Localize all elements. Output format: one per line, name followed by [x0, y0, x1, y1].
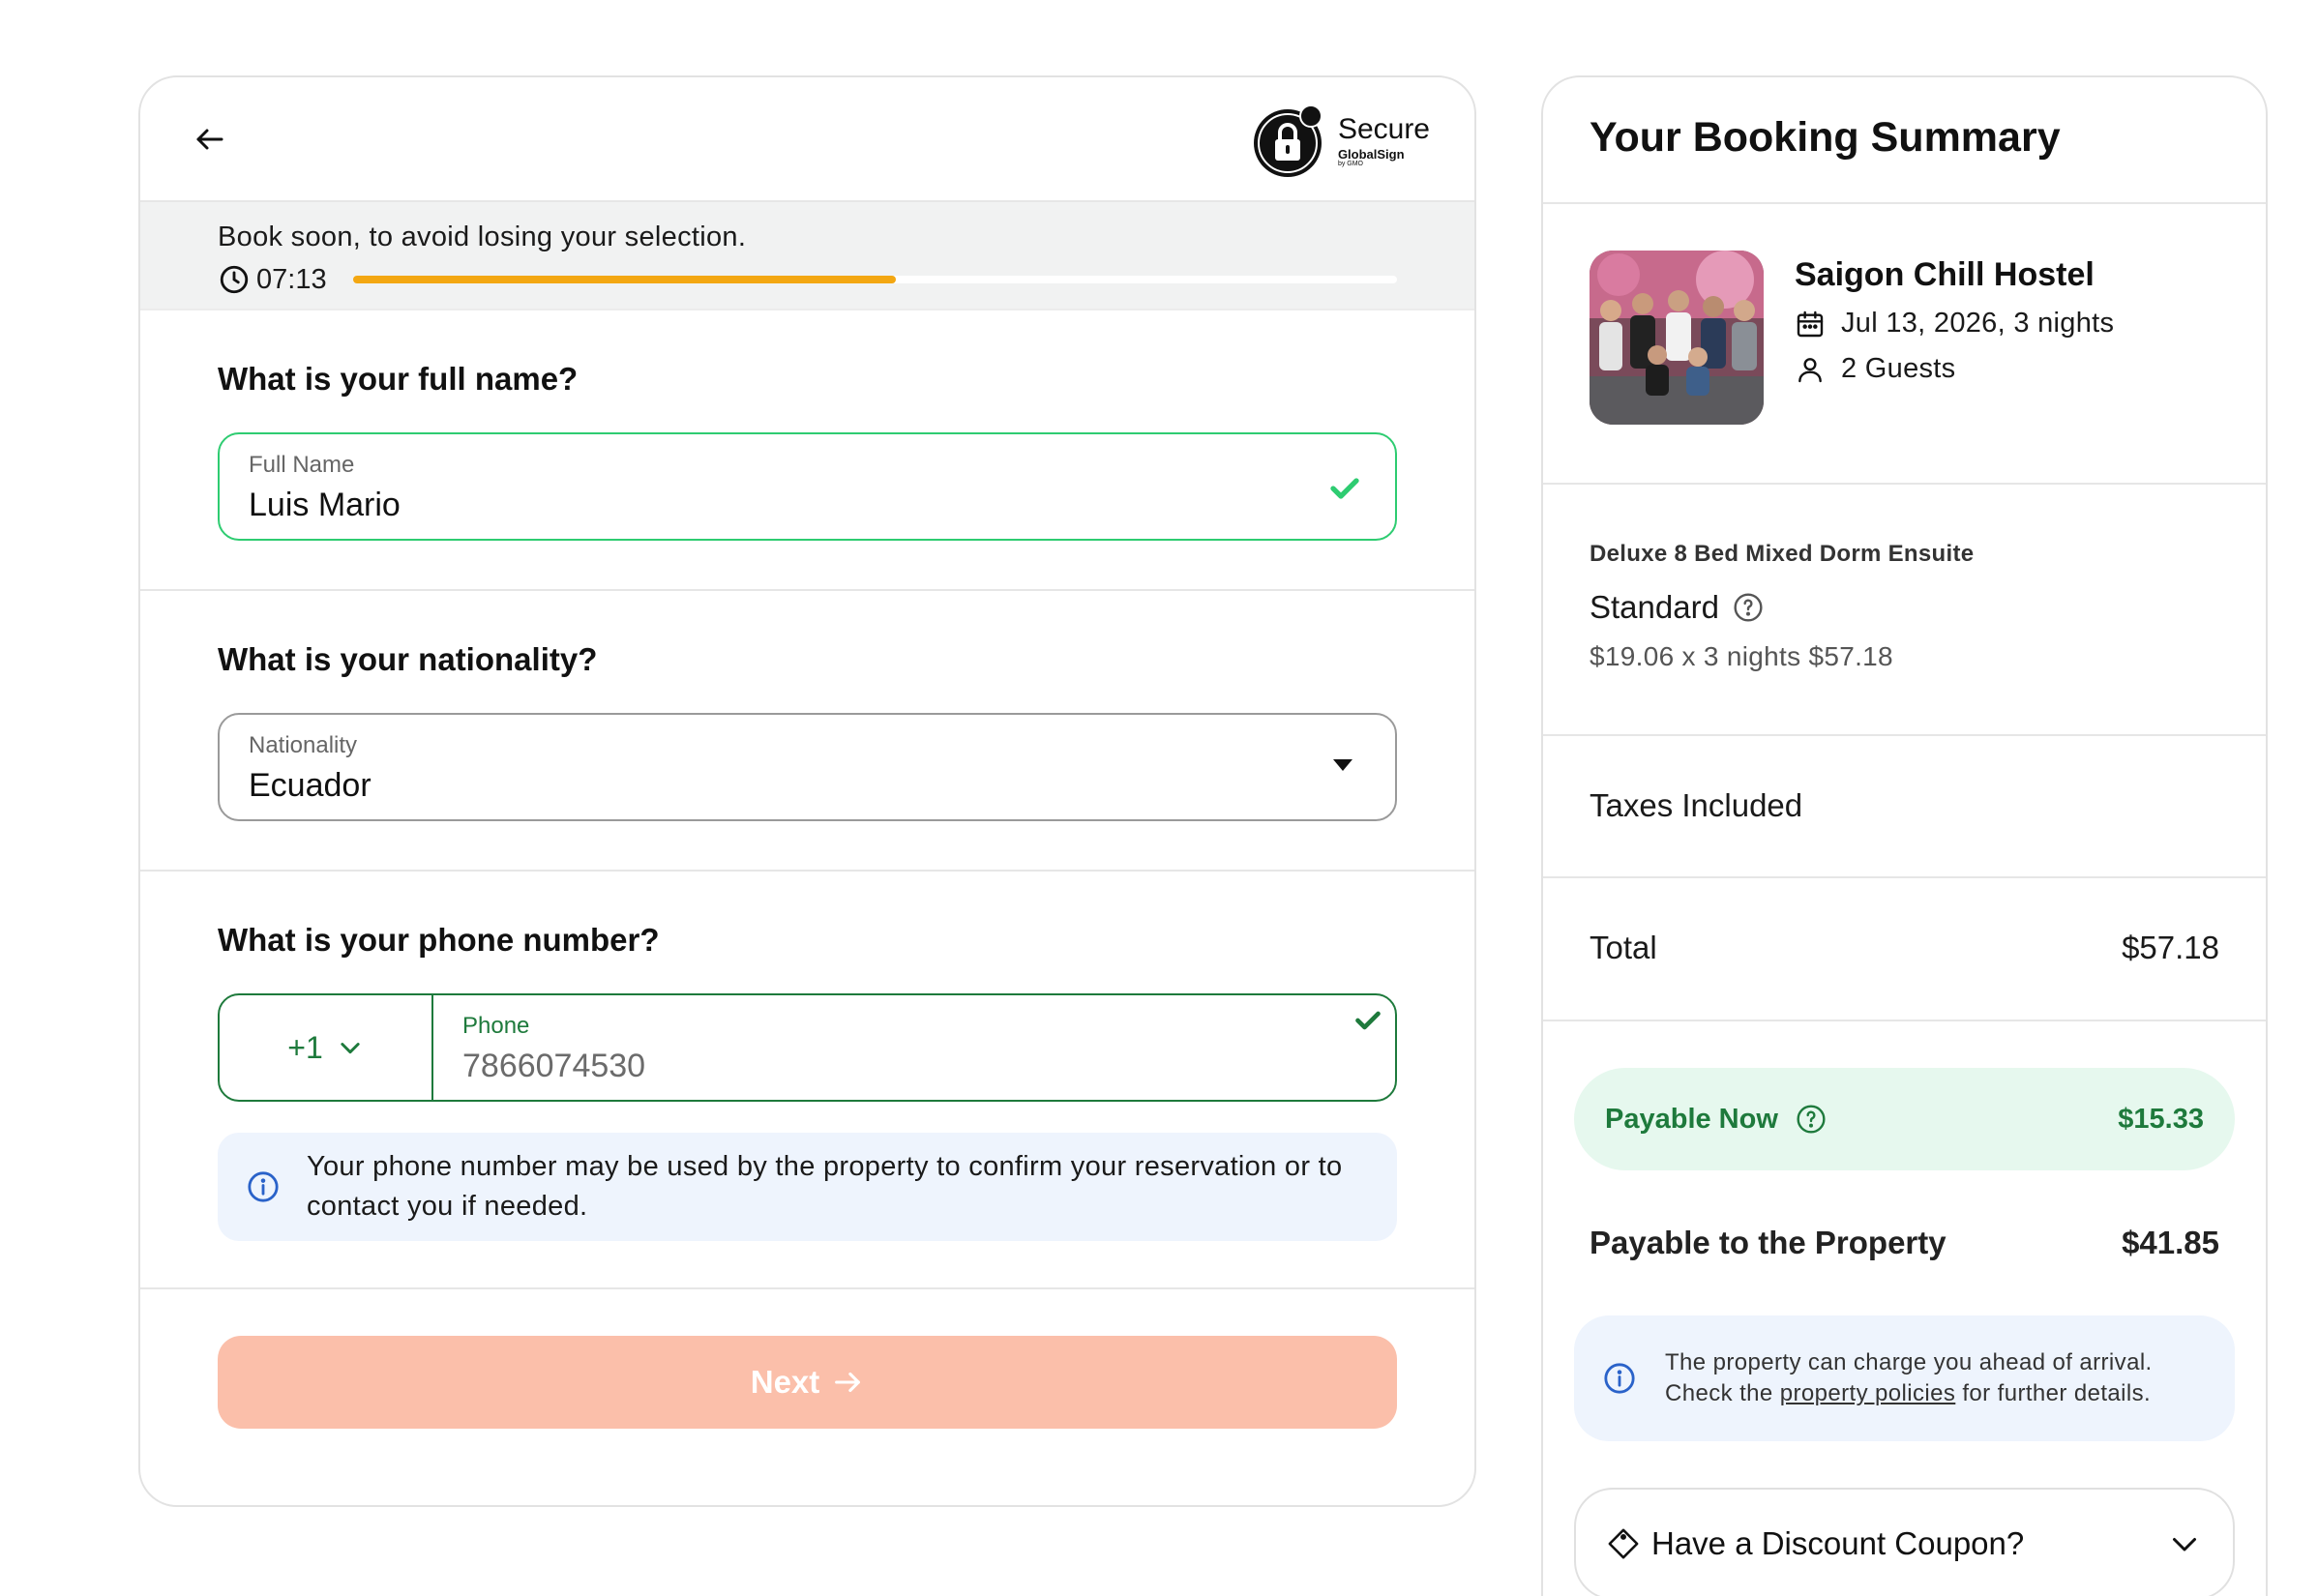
timer-value: 07:13 — [256, 263, 327, 295]
urgency-banner: Book soon, to avoid losing your selectio… — [140, 202, 1474, 310]
guests-row: 2 Guests — [1795, 353, 2114, 385]
next-section: Next — [140, 1289, 1474, 1429]
booking-summary: Your Booking Summary Saigon Chill Hostel — [1541, 75, 2268, 1596]
country-code-value: +1 — [287, 1029, 323, 1065]
secure-sub: by GMO — [1337, 161, 1363, 167]
calendar-icon — [1797, 310, 1824, 337]
payable-now-left: Payable Now — [1605, 1104, 1827, 1136]
next-button-label: Next — [750, 1364, 820, 1400]
phone-label: Phone — [462, 1013, 530, 1039]
phone-value: 7866074530 — [462, 1048, 646, 1084]
total-value: $57.18 — [2122, 930, 2219, 965]
caret-down-icon — [1333, 759, 1352, 771]
next-button[interactable]: Next — [218, 1336, 1397, 1429]
phone-info-text: Your phone number may be used by the pro… — [307, 1151, 1343, 1222]
clock-icon — [220, 265, 249, 294]
payable-property-row: Payable to the Property $41.85 — [1543, 1170, 2266, 1315]
taxes-text: Taxes Included — [1590, 787, 1803, 823]
padlock-seal-icon — [1253, 104, 1322, 177]
urgency-message: Book soon, to avoid losing your selectio… — [218, 222, 747, 252]
hostel-overview: Saigon Chill Hostel Jul 13, 2026, 3 nigh… — [1543, 204, 2266, 485]
check-icon — [1330, 478, 1359, 499]
coupon-label: Have a Discount Coupon? — [1651, 1525, 2025, 1561]
summary-header: Your Booking Summary — [1543, 77, 2266, 204]
total-row: Total $57.18 — [1543, 878, 2266, 1021]
full-name-value: Luis Mario — [249, 487, 401, 523]
phone-section: What is your phone number? +1 Phone 7866… — [140, 872, 1474, 1289]
help-icon[interactable] — [1733, 592, 1764, 623]
country-code-select[interactable]: +1 — [220, 995, 433, 1100]
rate-plan: Standard — [1590, 589, 1719, 625]
check-icon — [1355, 1011, 1381, 1030]
payable-now-row: Payable Now $15.33 — [1574, 1068, 2235, 1170]
form-header: Secure GlobalSign by GMO — [140, 77, 1474, 202]
stay-dates-row: Jul 13, 2026, 3 nights — [1795, 308, 2114, 340]
secure-badge: Secure GlobalSign by GMO — [1251, 103, 1430, 180]
help-icon[interactable] — [1796, 1104, 1827, 1135]
timer-progress-bar — [353, 276, 1397, 283]
nationality-label: Nationality — [249, 732, 358, 758]
chevron-down-icon — [341, 1043, 360, 1054]
total-label: Total — [1590, 930, 1657, 965]
nationality-section: What is your nationality? Nationality Ec… — [140, 591, 1474, 872]
payable-now-label: Payable Now — [1605, 1103, 1778, 1135]
room-name: Deluxe 8 Bed Mixed Dorm Ensuite — [1590, 541, 1975, 567]
property-charge-info: The property can charge you ahead of arr… — [1574, 1315, 2235, 1441]
rate-plan-row: Standard — [1590, 589, 2219, 626]
back-button[interactable] — [183, 112, 237, 166]
property-policies-link[interactable]: property policies — [1780, 1380, 1956, 1406]
tag-icon — [1608, 1528, 1639, 1559]
property-note-post: for further details. — [1955, 1380, 2152, 1406]
nationality-question: What is your nationality? — [218, 641, 598, 677]
hostel-name: Saigon Chill Hostel — [1795, 256, 2095, 293]
payable-property-value: $41.85 — [2122, 1225, 2219, 1260]
secure-text: Secure GlobalSign by GMO — [1337, 113, 1430, 168]
full-name-label: Full Name — [249, 452, 355, 478]
summary-title: Your Booking Summary — [1590, 114, 2061, 161]
stay-dates: Jul 13, 2026, 3 nights — [1841, 308, 2115, 339]
phone-field: +1 Phone 7866074530 — [218, 993, 1397, 1102]
secure-title: Secure — [1337, 113, 1430, 145]
phone-input[interactable]: Phone 7866074530 — [433, 995, 1395, 1100]
info-icon — [248, 1171, 279, 1202]
room-details: Deluxe 8 Bed Mixed Dorm Ensuite Standard… — [1543, 485, 2266, 736]
hostel-photo — [1590, 251, 1764, 425]
taxes-row: Taxes Included — [1543, 736, 2266, 878]
nationality-select[interactable]: Nationality Ecuador — [218, 713, 1397, 821]
hostel-info: Saigon Chill Hostel Jul 13, 2026, 3 nigh… — [1795, 251, 2114, 483]
coupon-left: Have a Discount Coupon? — [1607, 1525, 2024, 1562]
payable-now-value: $15.33 — [2118, 1103, 2204, 1135]
name-section: What is your full name? Full Name Luis M… — [140, 310, 1474, 591]
guest-details-form: Secure GlobalSign by GMO Book soon, to a… — [138, 75, 1476, 1507]
property-charge-text: The property can charge you ahead of arr… — [1665, 1347, 2206, 1409]
group-photo-image — [1590, 251, 1764, 425]
full-name-field[interactable]: Full Name Luis Mario — [218, 432, 1397, 541]
timer-row: 07:13 — [218, 263, 1397, 296]
arrow-right-icon — [835, 1372, 861, 1393]
secure-brand: GlobalSign — [1337, 147, 1405, 162]
guest-count: 2 Guests — [1841, 353, 1956, 384]
discount-coupon-toggle[interactable]: Have a Discount Coupon? — [1574, 1488, 2235, 1596]
room-price: $19.06 x 3 nights $57.18 — [1590, 641, 1893, 671]
timer-progress-fill — [353, 276, 897, 283]
phone-info-box: Your phone number may be used by the pro… — [218, 1133, 1397, 1241]
name-question: What is your full name? — [218, 361, 579, 397]
chevron-down-icon — [2173, 1538, 2196, 1552]
person-icon — [1798, 357, 1822, 382]
phone-question: What is your phone number? — [218, 922, 660, 958]
arrow-left-icon — [196, 129, 223, 150]
payable-property-label: Payable to the Property — [1590, 1225, 1947, 1260]
info-icon — [1604, 1363, 1635, 1394]
nationality-value: Ecuador — [249, 767, 371, 804]
